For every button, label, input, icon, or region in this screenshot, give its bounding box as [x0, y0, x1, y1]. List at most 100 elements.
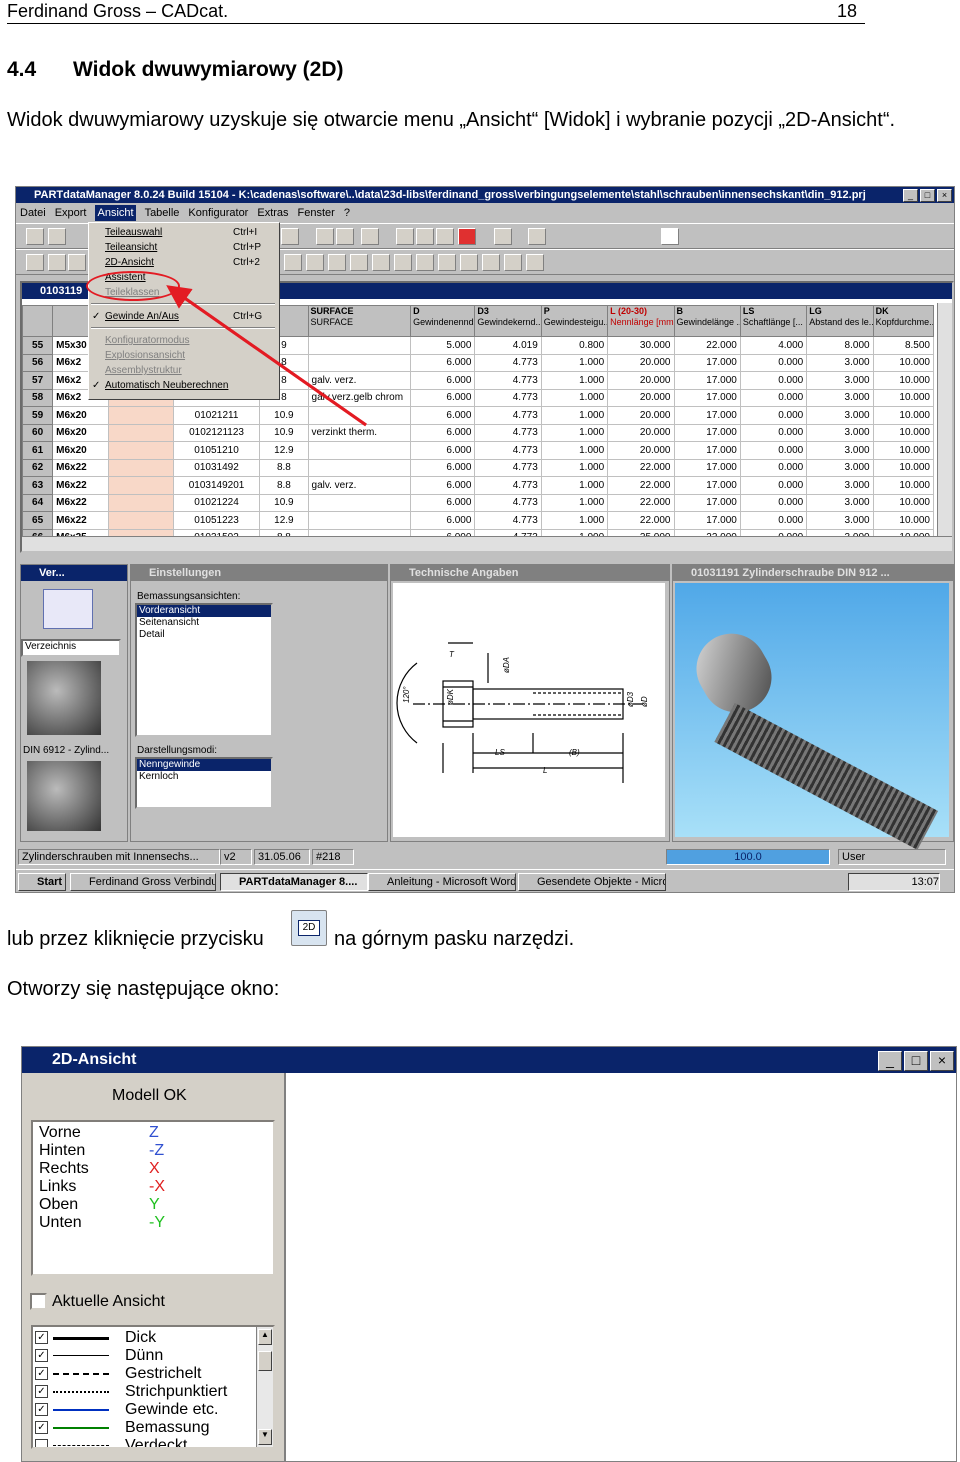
line-type-checkbox[interactable]: ✓ [35, 1331, 48, 1344]
line-type-item[interactable]: ✓ Strichpunktiert [35, 1383, 255, 1401]
table-row[interactable]: 64 M6x22 01021224 10.9 6.000 4.773 1.000 22.000… [22, 493, 935, 512]
pattern-icon[interactable] [436, 228, 454, 245]
line-type-item[interactable]: ✓ Gestrichelt [35, 1365, 255, 1383]
table-horizontal-scrollbar[interactable] [22, 536, 952, 551]
shade-icon[interactable] [416, 254, 434, 271]
view-icon[interactable] [26, 254, 44, 271]
tree-structure-icon[interactable] [43, 589, 93, 629]
start-button[interactable]: Start [18, 873, 66, 891]
list-item[interactable]: Kernloch [137, 771, 271, 783]
minimize-button[interactable]: _ [878, 1051, 902, 1071]
scroll-thumb[interactable] [258, 1351, 272, 1371]
menu-item[interactable]: ? [344, 205, 350, 221]
column-header[interactable]: SURFACE SURFACE [307, 305, 412, 337]
open-icon[interactable] [48, 228, 66, 245]
screw-thumbnail-icon[interactable] [27, 761, 101, 831]
list-item[interactable]: Detail [137, 629, 271, 641]
binoculars-icon[interactable] [26, 228, 44, 245]
view-icon[interactable] [68, 254, 86, 271]
scroll-down-icon[interactable]: ▼ [258, 1429, 272, 1445]
shade-icon[interactable] [328, 254, 346, 271]
view3d-canvas[interactable] [675, 583, 949, 850]
table-row[interactable]: 61 M6x20 01051210 12.9 6.000 4.773 1.000 20.000… [22, 441, 935, 460]
line-type-item[interactable]: ✓ Gewinde etc. [35, 1401, 255, 1419]
zoom-icon[interactable] [482, 254, 500, 271]
ansicht-menu-item[interactable]: Konfiguratormodus [105, 333, 275, 348]
bemassung-list[interactable]: Vorderansicht Seitenansicht Detail [135, 603, 273, 737]
screw-thumbnail-icon[interactable] [27, 661, 101, 735]
table-row[interactable]: 63 M6x22 0103149201 8.8 galv. verz. 6.000 4.77… [22, 476, 935, 495]
2d-drawing-canvas[interactable] [284, 1073, 956, 1461]
line-type-checkbox[interactable]: ✓ [35, 1349, 48, 1362]
current-view-checkbox[interactable] [30, 1293, 47, 1310]
list-item[interactable]: Vorderansicht [137, 605, 271, 617]
plane-icon[interactable] [528, 228, 546, 245]
zoom-window-icon[interactable] [504, 254, 522, 271]
column-header[interactable]: D Gewindenennd... [410, 305, 476, 337]
shade-icon[interactable] [394, 254, 412, 271]
close-button[interactable]: × [930, 1051, 954, 1071]
view-icon[interactable] [48, 254, 66, 271]
line-type-checkbox[interactable]: ✓ [35, 1385, 48, 1398]
stop-icon[interactable] [361, 228, 379, 245]
table-icon[interactable] [316, 228, 334, 245]
blank-field[interactable] [661, 228, 679, 245]
menu-item[interactable]: Datei [20, 205, 46, 221]
task-4[interactable]: Gesendete Objekte - Micro... [518, 873, 666, 891]
column-header[interactable]: P Gewindesteigu... [540, 305, 609, 337]
menu-item[interactable]: Tabelle [145, 205, 180, 221]
ansicht-menu-item[interactable]: Teileansicht Ctrl+P [105, 240, 275, 255]
view-direction-item[interactable]: Links -X [39, 1178, 259, 1196]
grid-icon[interactable] [396, 228, 414, 245]
line-type-checkbox[interactable] [35, 1439, 48, 1447]
view-direction-item[interactable]: Unten -Y [39, 1214, 259, 1232]
tree-item-label[interactable]: DIN 6912 - Zylind... [23, 745, 109, 756]
menu-item[interactable]: Ansicht [95, 205, 136, 221]
darstellung-list[interactable]: Nenngewinde Kernloch [135, 757, 273, 809]
2d-view-button[interactable]: 2D [291, 910, 327, 946]
view-direction-item[interactable]: Hinten -Z [39, 1142, 259, 1160]
line-type-list[interactable]: ▲ ▼ ✓ Dick ✓ Dünn ✓ Gestrichelt ✓ Strichpunktie… [31, 1325, 275, 1449]
line-type-checkbox[interactable]: ✓ [35, 1421, 48, 1434]
ansicht-menu-item[interactable]: Assemblystruktur [105, 363, 275, 378]
line-list-scrollbar[interactable]: ▲ ▼ [256, 1327, 273, 1447]
column-header[interactable]: D3 Gewindekernd... [474, 305, 542, 337]
line-type-item[interactable]: ✓ Dick [35, 1329, 255, 1347]
list-item[interactable]: Seitenansicht [137, 617, 271, 629]
shade-icon[interactable] [372, 254, 390, 271]
color-icon[interactable] [458, 228, 476, 245]
ansicht-menu-item[interactable]: Explosionsansicht [105, 348, 275, 363]
column-header[interactable] [22, 305, 54, 337]
maximize-button[interactable]: □ [904, 1051, 928, 1071]
tool-icon[interactable] [281, 228, 299, 245]
column-header[interactable]: B Gewindelänge ... [673, 305, 741, 337]
table-row[interactable]: 60 M6x20 0102121123 10.9 verzinkt therm. 6.00… [22, 423, 935, 442]
shade-icon[interactable] [306, 254, 324, 271]
shade-icon[interactable] [350, 254, 368, 271]
line-type-item[interactable]: ✓ Dünn [35, 1347, 255, 1365]
line-type-item[interactable]: ✓ Bemassung [35, 1419, 255, 1437]
ansicht-menu-item[interactable]: ✓ Automatisch Neuberechnen [92, 378, 275, 393]
column-header[interactable]: L (20-30) Nennlänge [mm [607, 305, 675, 337]
gear-icon[interactable] [494, 228, 512, 245]
ansicht-menu-item[interactable]: 2D-Ansicht Ctrl+2 [105, 255, 275, 270]
table-row[interactable]: 59 M6x20 01021211 10.9 6.000 4.773 1.000 20.000… [22, 406, 935, 425]
ansicht-menu-item[interactable]: Teileauswahl Ctrl+I [105, 225, 275, 240]
ansicht-menu-item[interactable]: ✓ Gewinde An/Aus Ctrl+G [92, 309, 275, 324]
pointer-icon[interactable] [336, 228, 354, 245]
view-direction-list[interactable]: Vorne Z Hinten -Z Rechts X Links -X Oben Y Unten -Y [31, 1120, 275, 1276]
zoom-all-icon[interactable] [526, 254, 544, 271]
table-row[interactable]: 62 M6x22 01031492 8.8 6.000 4.773 1.000 22.000 1… [22, 458, 935, 477]
menu-item[interactable]: Fenster [298, 205, 335, 221]
line-type-item[interactable]: Verdeckt [35, 1437, 255, 1447]
table-row[interactable]: 65 M6x22 01051223 12.9 6.000 4.773 1.000 22.000… [22, 511, 935, 530]
column-header[interactable]: DK Kopfdurchme... [872, 305, 935, 337]
table-vertical-scrollbar[interactable] [937, 303, 952, 537]
column-header[interactable]: LS Schaftlänge [... [739, 305, 808, 337]
move-icon[interactable] [460, 254, 478, 271]
rotate-icon[interactable] [438, 254, 456, 271]
task-3[interactable]: Anleitung - Microsoft Word [368, 873, 516, 891]
view-direction-item[interactable]: Rechts X [39, 1160, 259, 1178]
close-button[interactable]: × [937, 189, 952, 202]
task-1[interactable]: Ferdinand Gross Verbindu... [70, 873, 216, 891]
